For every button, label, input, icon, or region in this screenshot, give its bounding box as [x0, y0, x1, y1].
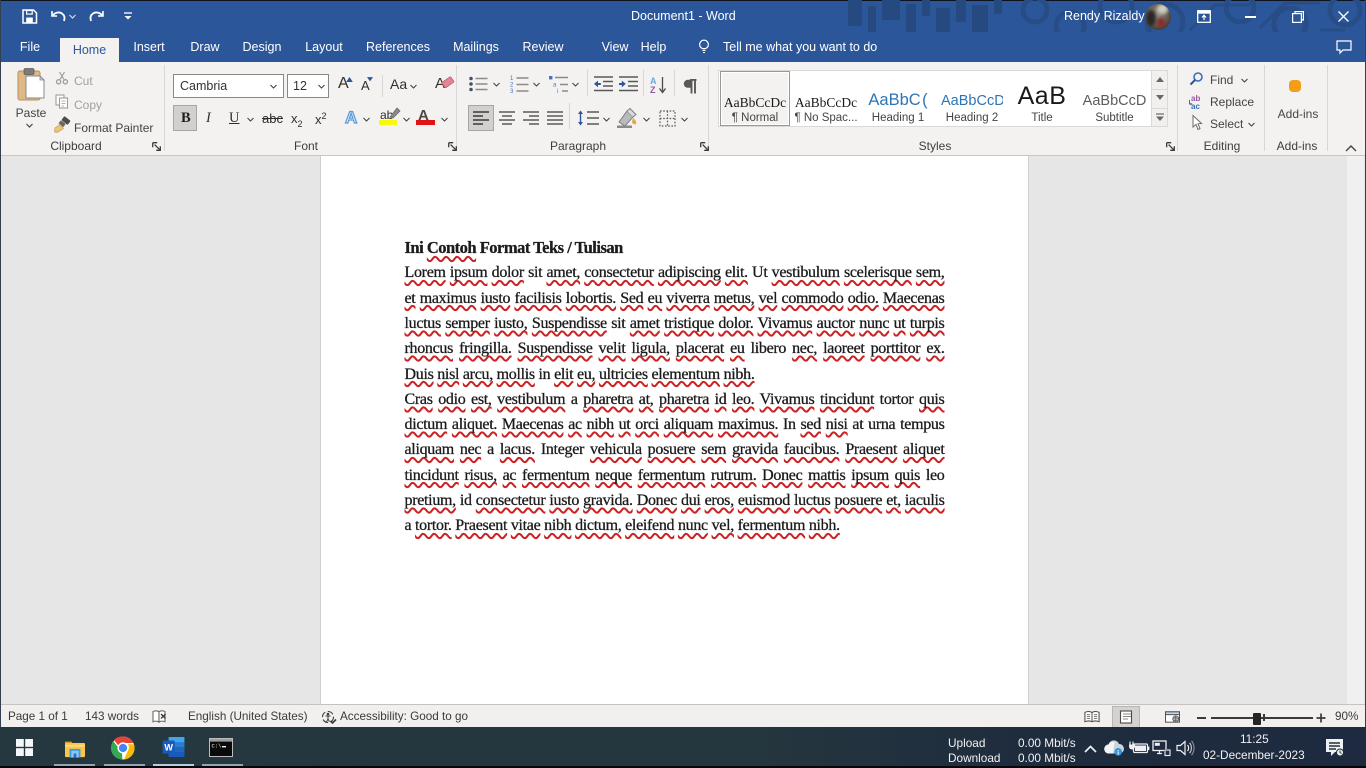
svg-text:W: W: [164, 742, 173, 752]
svg-text:i: i: [1117, 749, 1119, 756]
svg-text:ac: ac: [1191, 102, 1200, 111]
svg-text:C:\: C:\: [212, 743, 222, 750]
